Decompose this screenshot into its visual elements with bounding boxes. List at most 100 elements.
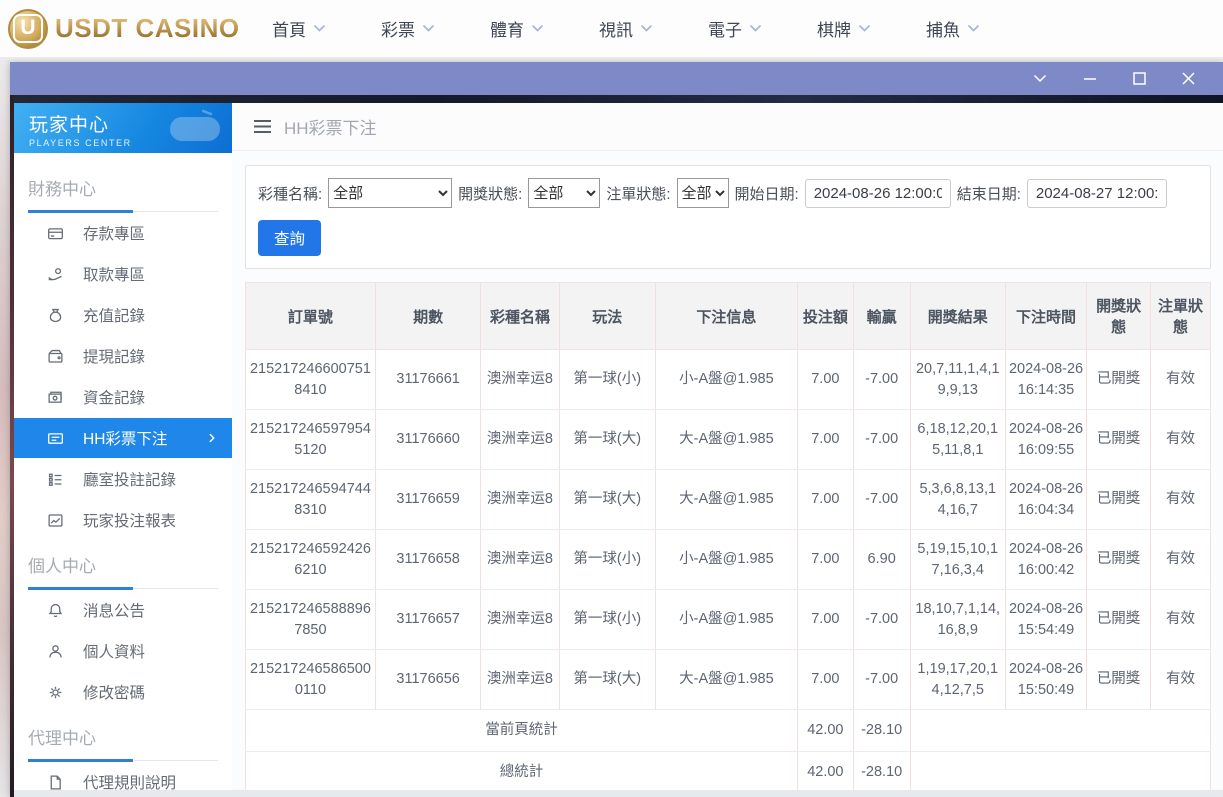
- sidebar-item-player-bet-report[interactable]: 玩家投注報表: [14, 500, 232, 540]
- draw-status-select[interactable]: 全部: [528, 178, 601, 208]
- nav-item-label: 體育: [490, 21, 524, 40]
- nav-item-lottery[interactable]: 彩票: [381, 16, 434, 41]
- document-icon: [47, 774, 64, 791]
- end-date-input[interactable]: [1026, 178, 1167, 208]
- summary-row: 總統計 42.00 -28.10: [245, 751, 1212, 790]
- top-navigation: U USDT CASINO 首頁 彩票 體育 視訊 電子 棋牌 捕魚: [0, 0, 1223, 58]
- lottery-name-select[interactable]: 全部: [328, 178, 453, 208]
- sidebar-item-hh-lottery-bets[interactable]: HH彩票下注: [14, 418, 232, 458]
- sidebar-item-label: 資金記錄: [83, 390, 146, 407]
- summary-bet-total: 42.00: [796, 709, 854, 753]
- list-icon: [47, 471, 64, 488]
- table-cell: 2024-08-26 16:09:55: [1004, 409, 1088, 471]
- table-row: 2152172466007518410 31176661 澳洲幸运8 第一球(小) 小-…: [245, 348, 1211, 411]
- table-cell: 有效: [1150, 589, 1211, 651]
- chevron-down-icon: [532, 25, 543, 32]
- table-cell: 已開獎: [1086, 649, 1152, 711]
- logo[interactable]: U USDT CASINO: [8, 8, 240, 49]
- ticket-icon: [47, 430, 64, 447]
- table-cell: -7.00: [852, 409, 911, 471]
- table-cell: 5,3,6,8,13,14,16,7: [909, 469, 1006, 531]
- sidebar-section-heading: 財務中心: [28, 175, 218, 213]
- wallet-icon: [47, 348, 64, 365]
- nav-item-fishing[interactable]: 捕魚: [926, 16, 979, 41]
- table-cell: 大-A盤@1.985: [654, 469, 798, 531]
- player-center-window: 玩家中心 PLAYERS CENTER 財務中心 存款專區 取款專區 充值記錄 提現記錄…: [10, 62, 1223, 797]
- table-header-cell: 開獎結果: [909, 282, 1006, 350]
- nav-item-electronic[interactable]: 電子: [708, 16, 761, 41]
- sidebar-item-change-password[interactable]: 修改密碼: [14, 672, 232, 712]
- sidebar-item-label: 消息公告: [83, 603, 146, 620]
- table-cell: -7.00: [852, 589, 911, 651]
- window-body: 玩家中心 PLAYERS CENTER 財務中心 存款專區 取款專區 充值記錄 提現記錄…: [10, 95, 1223, 797]
- collapse-icon[interactable]: [1033, 74, 1047, 83]
- table-cell: 第一球(小): [558, 589, 656, 651]
- table-cell: 7.00: [796, 649, 854, 711]
- start-date-input[interactable]: [804, 178, 951, 208]
- page-title: HH彩票下注: [284, 119, 377, 138]
- table-cell: 2152172466007518410: [245, 348, 376, 411]
- table-header-cell: 期數: [374, 282, 482, 350]
- minimize-icon[interactable]: [1083, 74, 1097, 83]
- window-titlebar: [10, 62, 1223, 95]
- sidebar-item-label: 提現記錄: [83, 349, 146, 366]
- end-date-label: 結束日期:: [956, 185, 1021, 203]
- nav-item-home[interactable]: 首頁: [272, 16, 325, 41]
- sidebar-item-withdraw[interactable]: 取款專區: [14, 254, 232, 294]
- gear-icon: [47, 684, 64, 701]
- table-header-cell: 投注額: [796, 282, 854, 350]
- table-header-cell: 注單狀態: [1150, 282, 1211, 350]
- table-cell: 2024-08-26 15:54:49: [1004, 589, 1088, 651]
- table-cell: 已開獎: [1086, 409, 1152, 471]
- table-cell: 大-A盤@1.985: [654, 409, 798, 471]
- page-background-edge: [0, 58, 10, 797]
- nav-item-video[interactable]: 視訊: [599, 16, 652, 41]
- table-cell: 7.00: [796, 529, 854, 591]
- nav-item-sports[interactable]: 體育: [490, 16, 543, 41]
- summary-row: 當前頁統計 42.00 -28.10: [245, 709, 1212, 753]
- table-cell: 第一球(小): [558, 529, 656, 591]
- order-status-select[interactable]: 全部: [676, 178, 729, 208]
- table-cell: 20,7,11,1,4,19,9,13: [909, 348, 1006, 411]
- table-row: 2152172465924266210 31176658 澳洲幸运8 第一球(小) 小-…: [245, 529, 1211, 591]
- maximize-icon[interactable]: [1133, 72, 1146, 85]
- table-cell: 澳洲幸运8: [480, 469, 560, 531]
- table-cell: 有效: [1150, 348, 1211, 411]
- table-cell: 18,10,7,1,14,16,8,9: [909, 589, 1006, 651]
- sidebar-item-deposit[interactable]: 存款專區: [14, 213, 232, 253]
- sidebar-item-agent-rules[interactable]: 代理規則說明: [14, 762, 232, 797]
- nav-item-label: 電子: [708, 21, 742, 40]
- hand-coin-icon: [47, 266, 64, 283]
- sidebar-item-withdrawal-record[interactable]: 提現記錄: [14, 336, 232, 376]
- search-button[interactable]: 查詢: [258, 220, 322, 256]
- table-header-row: 訂單號 期數 彩種名稱 玩法 下注信息 投注額 輸贏 開獎結果 下注時間 開獎狀態 注單狀態: [245, 282, 1211, 350]
- bell-icon: [47, 602, 64, 619]
- menu-toggle-icon[interactable]: [254, 120, 271, 133]
- sidebar-section-heading: 代理中心: [28, 724, 218, 762]
- sidebar-item-label: 充值記錄: [83, 308, 146, 325]
- table-cell: 1,19,17,20,14,12,7,5: [909, 649, 1006, 711]
- nav-item-label: 彩票: [381, 21, 415, 40]
- sidebar-item-funds-record[interactable]: 資金記錄: [14, 377, 232, 417]
- sidebar-item-recharge-record[interactable]: 充值記錄: [14, 295, 232, 335]
- sidebar-item-label: 個人資料: [83, 644, 146, 661]
- sidebar-item-room-bet-record[interactable]: 廳室投註記錄: [14, 459, 232, 499]
- table-cell: 2152172465865000110: [245, 649, 376, 711]
- table-cell: 2152172465924266210: [245, 529, 376, 591]
- table-row: 2152172465888967850 31176657 澳洲幸运8 第一球(小) 小-…: [245, 589, 1211, 651]
- draw-status-label: 開獎狀態:: [458, 185, 523, 203]
- sidebar-item-announcements[interactable]: 消息公告: [14, 590, 232, 630]
- table-cell: -7.00: [852, 649, 911, 711]
- table-cell: 7.00: [796, 589, 854, 651]
- summary-winloss-total: -28.10: [852, 709, 911, 753]
- table-header-cell: 輸贏: [852, 282, 911, 350]
- person-icon: [47, 643, 64, 660]
- sidebar-item-label: 存款專區: [83, 226, 146, 243]
- nav-item-chess[interactable]: 棋牌: [817, 16, 870, 41]
- table-header-cell: 彩種名稱: [480, 282, 560, 350]
- sidebar-item-profile[interactable]: 個人資料: [14, 631, 232, 671]
- table-cell: 2152172465947448310: [245, 469, 376, 531]
- order-status-label: 注單狀態:: [606, 185, 671, 203]
- close-icon[interactable]: [1182, 72, 1195, 85]
- table-cell: 大-A盤@1.985: [654, 649, 798, 711]
